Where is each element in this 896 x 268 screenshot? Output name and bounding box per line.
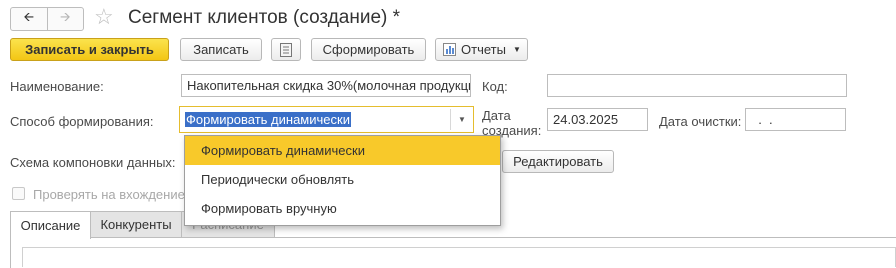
check-entry-label: Проверять на вхождение: [33, 187, 185, 202]
document-list-icon: [280, 42, 292, 57]
name-field[interactable]: Накопительная скидка 30%(молочная продук…: [181, 74, 471, 97]
created-date-field[interactable]: 24.03.2025: [547, 108, 648, 131]
navigation-buttons: 🡨 🡪: [10, 7, 84, 31]
method-dropdown-list: Формировать динамически Периодически обн…: [184, 135, 501, 226]
report-icon: [443, 43, 456, 56]
dropdown-option-periodic[interactable]: Периодически обновлять: [185, 165, 500, 194]
arrow-right-icon: 🡪: [59, 9, 71, 24]
code-label: Код:: [482, 79, 508, 94]
tab-description[interactable]: Описание: [10, 211, 91, 239]
created-date-label: Дата создания:: [482, 108, 542, 138]
clean-date-label: Дата очистки:: [659, 114, 742, 129]
back-button[interactable]: 🡨: [11, 8, 48, 30]
favorite-star-icon[interactable]: ☆: [94, 4, 114, 30]
method-selected-value: Формировать динамически: [185, 112, 351, 127]
page-title: Сегмент клиентов (создание) *: [128, 7, 401, 28]
clean-date-field[interactable]: . .: [745, 108, 846, 131]
dropdown-option-dynamic[interactable]: Формировать динамически: [185, 136, 500, 165]
save-button[interactable]: Записать: [180, 38, 262, 61]
save-and-close-button[interactable]: Записать и закрыть: [10, 38, 169, 61]
name-label: Наименование:: [10, 79, 104, 94]
forward-button[interactable]: 🡪: [48, 8, 84, 30]
generate-button[interactable]: Сформировать: [311, 38, 426, 61]
reports-label: Отчеты: [461, 42, 506, 57]
check-entry-checkbox[interactable]: [12, 187, 25, 200]
edit-button[interactable]: Редактировать: [502, 150, 614, 173]
document-list-button[interactable]: [271, 38, 301, 61]
reports-button[interactable]: Отчеты ▼: [435, 38, 528, 61]
dropdown-option-manual[interactable]: Формировать вручную: [185, 194, 500, 223]
arrow-left-icon: 🡨: [23, 9, 35, 24]
tab-competitors[interactable]: Конкуренты: [90, 211, 182, 238]
method-label: Способ формирования:: [10, 114, 154, 129]
code-field[interactable]: [547, 74, 847, 97]
schema-label: Схема компоновки данных:: [10, 155, 176, 170]
method-select[interactable]: Формировать динамически ▼: [179, 106, 474, 133]
chevron-down-icon[interactable]: ▼: [450, 109, 473, 130]
description-field[interactable]: [22, 247, 896, 267]
chevron-down-icon: ▼: [512, 45, 521, 54]
